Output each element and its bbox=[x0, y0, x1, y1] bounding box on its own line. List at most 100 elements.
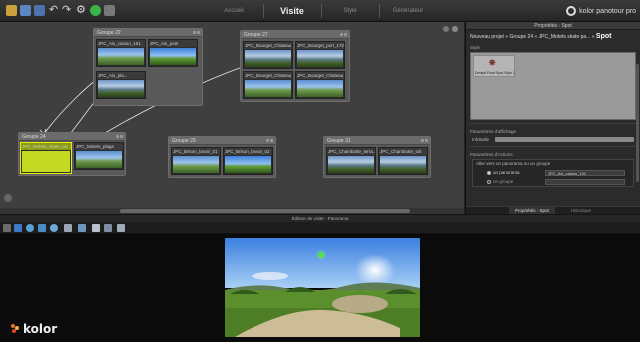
select-icon[interactable] bbox=[3, 224, 11, 232]
panorama-thumbnail bbox=[76, 151, 122, 168]
tab-properties[interactable]: Propriétés - Spot bbox=[508, 207, 555, 214]
section-actions-label: Paramètres d'Actions bbox=[470, 152, 513, 157]
fit-icon[interactable] bbox=[78, 224, 86, 232]
panorama-node[interactable]: JPC_Brison_lavoir_01 bbox=[171, 147, 221, 175]
camera-icon[interactable] bbox=[117, 224, 125, 232]
group-card[interactable]: Groupe 27 JPC_Bourget_Chateau JPC_Bourge… bbox=[240, 30, 350, 102]
group-controls[interactable] bbox=[193, 31, 200, 34]
panorama-node[interactable]: JPC_Chambotte_terra... bbox=[326, 147, 376, 175]
hotspot-icon[interactable] bbox=[318, 252, 324, 258]
style-item[interactable]: ✸ Default Point Spot Style 1 bbox=[473, 55, 515, 77]
radio-panorama[interactable]: un panorama bbox=[487, 170, 520, 175]
breadcrumb: Nouveau projet » Groupe 24 » JPC_Motets … bbox=[470, 33, 612, 40]
group-controls[interactable] bbox=[266, 139, 273, 142]
undo-icon[interactable]: ↶ bbox=[49, 5, 60, 16]
panorama-select[interactable]: JPC_Aix_casino_151 bbox=[545, 170, 625, 176]
hand-icon[interactable] bbox=[14, 224, 22, 232]
zoom-in-icon[interactable] bbox=[50, 224, 58, 232]
tab-visite[interactable]: Visite bbox=[264, 5, 320, 17]
style-list[interactable]: ✸ Default Point Spot Style 1 bbox=[470, 52, 636, 120]
panorama-thumbnail bbox=[150, 48, 196, 65]
settings-icon[interactable]: ⚙ bbox=[76, 5, 87, 16]
panorama-thumbnail bbox=[297, 50, 343, 67]
panorama-preview[interactable] bbox=[225, 238, 420, 337]
editor-toolbar bbox=[0, 222, 640, 234]
grid-icon[interactable] bbox=[104, 224, 112, 232]
panorama-thumbnail bbox=[22, 151, 70, 172]
brand: kolor panotour pro bbox=[566, 5, 636, 17]
kolor-logo-icon bbox=[566, 6, 577, 16]
tab-accueil[interactable]: Accueil bbox=[206, 5, 262, 17]
section-style-label: Style bbox=[470, 45, 481, 50]
panorama-node[interactable]: JPC_Bourget_Chateau bbox=[295, 71, 345, 99]
panorama-node[interactable]: JPC_Bourget_Chateau bbox=[243, 41, 293, 69]
panorama-node[interactable]: JPC_Motets_plage bbox=[74, 142, 124, 170]
divider bbox=[470, 146, 636, 147]
panorama-node[interactable]: JPC_Aix_pont bbox=[148, 39, 198, 67]
radio-on-icon[interactable] bbox=[487, 170, 491, 175]
navigator-icon[interactable] bbox=[4, 194, 12, 202]
tab-history[interactable]: Historique bbox=[565, 207, 597, 214]
group-card[interactable]: Groupe 29 JPC_Brison_lavoir_01 JPC_Briso… bbox=[168, 136, 276, 178]
group-title: Groupe 24 bbox=[19, 133, 125, 141]
stop-icon[interactable] bbox=[104, 5, 115, 16]
add-spot-icon[interactable] bbox=[26, 224, 34, 232]
save-icon[interactable] bbox=[20, 5, 31, 16]
panel-tabs: Propriétés - Spot Historique bbox=[466, 206, 640, 214]
scrollbar-thumb[interactable] bbox=[120, 209, 410, 213]
panorama-viewer[interactable]: kolor bbox=[0, 234, 640, 342]
panorama-thumbnail bbox=[380, 156, 426, 173]
group-title: Groupe 29 bbox=[169, 137, 275, 145]
save-as-icon[interactable] bbox=[34, 5, 45, 16]
folder-open-icon[interactable] bbox=[6, 5, 17, 16]
spot-style-icon: ✸ bbox=[488, 58, 497, 69]
group-card[interactable]: Groupe 24 JPC_Motets_skate_pa... JPC_Mot… bbox=[18, 132, 126, 176]
panorama-node[interactable]: JPC_Bourget_Chateau bbox=[243, 71, 293, 99]
delete-icon[interactable] bbox=[92, 224, 100, 232]
panel-title: Propriétés - Spot bbox=[466, 22, 640, 30]
panorama-thumbnail bbox=[98, 80, 144, 97]
panel-scrollbar[interactable] bbox=[636, 64, 639, 182]
main-toolbar: ↶ ↷ ⚙ Accueil Visite Style Générateur ko… bbox=[0, 0, 640, 22]
polygon-icon[interactable] bbox=[38, 224, 46, 232]
tooltip-label: Infobulle bbox=[472, 137, 490, 142]
panorama-node[interactable]: JPC_Bourget_port_172 bbox=[295, 41, 345, 69]
editor-title: Éditeur de visite - Panorama bbox=[0, 214, 640, 222]
panorama-thumbnail bbox=[328, 156, 374, 173]
redo-icon[interactable]: ↷ bbox=[62, 5, 73, 16]
radio-group[interactable]: un groupe bbox=[487, 179, 513, 184]
panorama-node-selected[interactable]: JPC_Motets_skate_pa... bbox=[20, 142, 72, 174]
panorama-node[interactable]: JPC_Chambotte_toit bbox=[378, 147, 428, 175]
panorama-node[interactable]: JPC_Aix_pla... bbox=[96, 71, 146, 99]
panorama-thumbnail bbox=[173, 156, 219, 173]
panorama-thumbnail bbox=[225, 156, 271, 173]
panorama-thumbnail bbox=[245, 80, 291, 97]
tab-generateur[interactable]: Générateur bbox=[380, 5, 436, 17]
tooltip-row: Infobulle bbox=[466, 136, 640, 143]
group-controls[interactable] bbox=[116, 135, 123, 138]
tab-style[interactable]: Style bbox=[322, 5, 378, 17]
kolor-logo: kolor bbox=[10, 322, 57, 336]
group-title: Groupe 27 bbox=[241, 31, 349, 39]
actions-box: Aller vers un panorama ou un groupe un p… bbox=[472, 159, 634, 187]
group-title: Groupe 31 bbox=[324, 137, 430, 145]
brand-text: kolor panotour pro bbox=[579, 7, 636, 15]
group-card[interactable]: Groupe 22 JPC_Aix_casino_151 JPC_Aix_pon… bbox=[93, 28, 203, 106]
radio-off-icon[interactable] bbox=[487, 179, 491, 184]
group-controls[interactable] bbox=[421, 139, 428, 142]
tooltip-input[interactable] bbox=[495, 137, 634, 142]
group-controls[interactable] bbox=[340, 33, 347, 36]
group-card[interactable]: Groupe 31 JPC_Chambotte_terra... JPC_Cha… bbox=[323, 136, 431, 178]
properties-panel: Propriétés - Spot Nouveau projet » Group… bbox=[466, 22, 640, 214]
breadcrumb-current: Spot bbox=[595, 33, 612, 40]
group-select[interactable] bbox=[545, 179, 625, 185]
divider bbox=[470, 123, 636, 124]
panorama-node[interactable]: JPC_Brison_lavoir_02 bbox=[223, 147, 273, 175]
tour-graph-editor[interactable]: Groupe 22 JPC_Aix_casino_151 JPC_Aix_pon… bbox=[0, 22, 465, 214]
panorama-thumbnail bbox=[98, 48, 144, 65]
panorama-node[interactable]: JPC_Aix_casino_151 bbox=[96, 39, 146, 67]
play-icon[interactable] bbox=[90, 5, 101, 16]
zoom-out-icon[interactable] bbox=[64, 224, 72, 232]
panorama-thumbnail bbox=[297, 80, 343, 97]
kolor-mark-icon bbox=[10, 323, 20, 335]
